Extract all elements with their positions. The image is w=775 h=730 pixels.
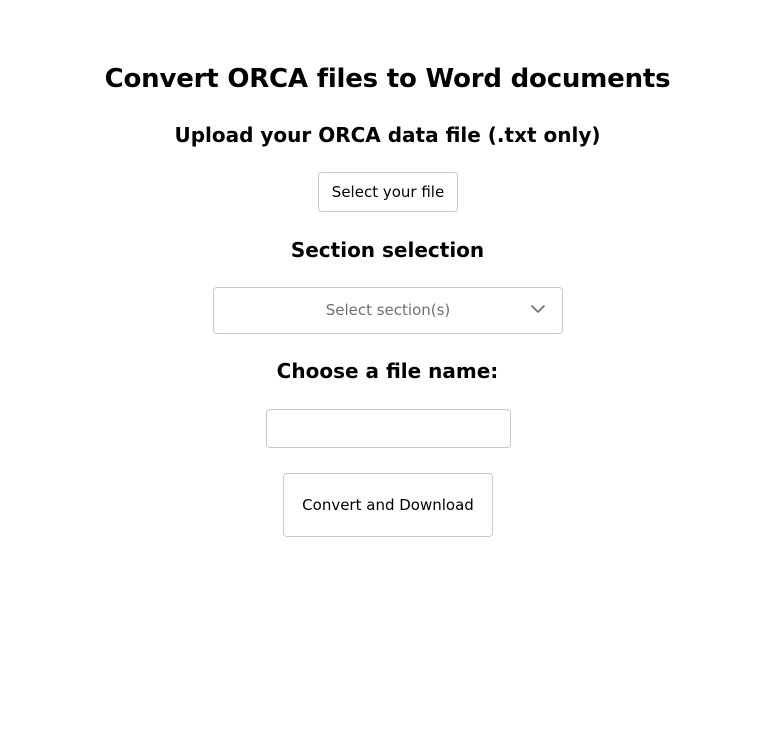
section-select-placeholder: Select section(s) [325, 301, 451, 319]
section-select-dropdown[interactable]: Select section(s) [213, 287, 563, 334]
page-title: Convert ORCA files to Word documents [104, 64, 671, 94]
upload-heading: Upload your ORCA data file (.txt only) [174, 123, 601, 147]
chevron-down-icon[interactable] [530, 301, 546, 317]
convert-and-download-button[interactable]: Convert and Download [283, 473, 493, 537]
converter-page: Convert ORCA files to Word documents Upl… [0, 0, 775, 730]
file-name-heading: Choose a file name: [276, 359, 499, 383]
section-selection-heading: Section selection [290, 238, 485, 262]
file-name-input[interactable] [266, 409, 511, 448]
select-file-button[interactable]: Select your file [318, 172, 458, 212]
